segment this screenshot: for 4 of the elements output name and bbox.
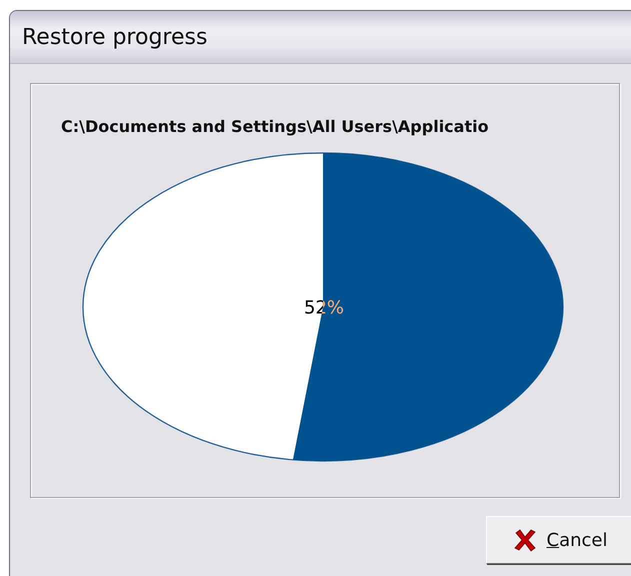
cancel-button[interactable]: Cancel bbox=[486, 516, 631, 564]
cross-icon bbox=[512, 528, 536, 552]
window-title: Restore progress bbox=[22, 24, 208, 50]
file-path: C:\Documents and Settings\All Users\Applicatio bbox=[61, 117, 489, 136]
